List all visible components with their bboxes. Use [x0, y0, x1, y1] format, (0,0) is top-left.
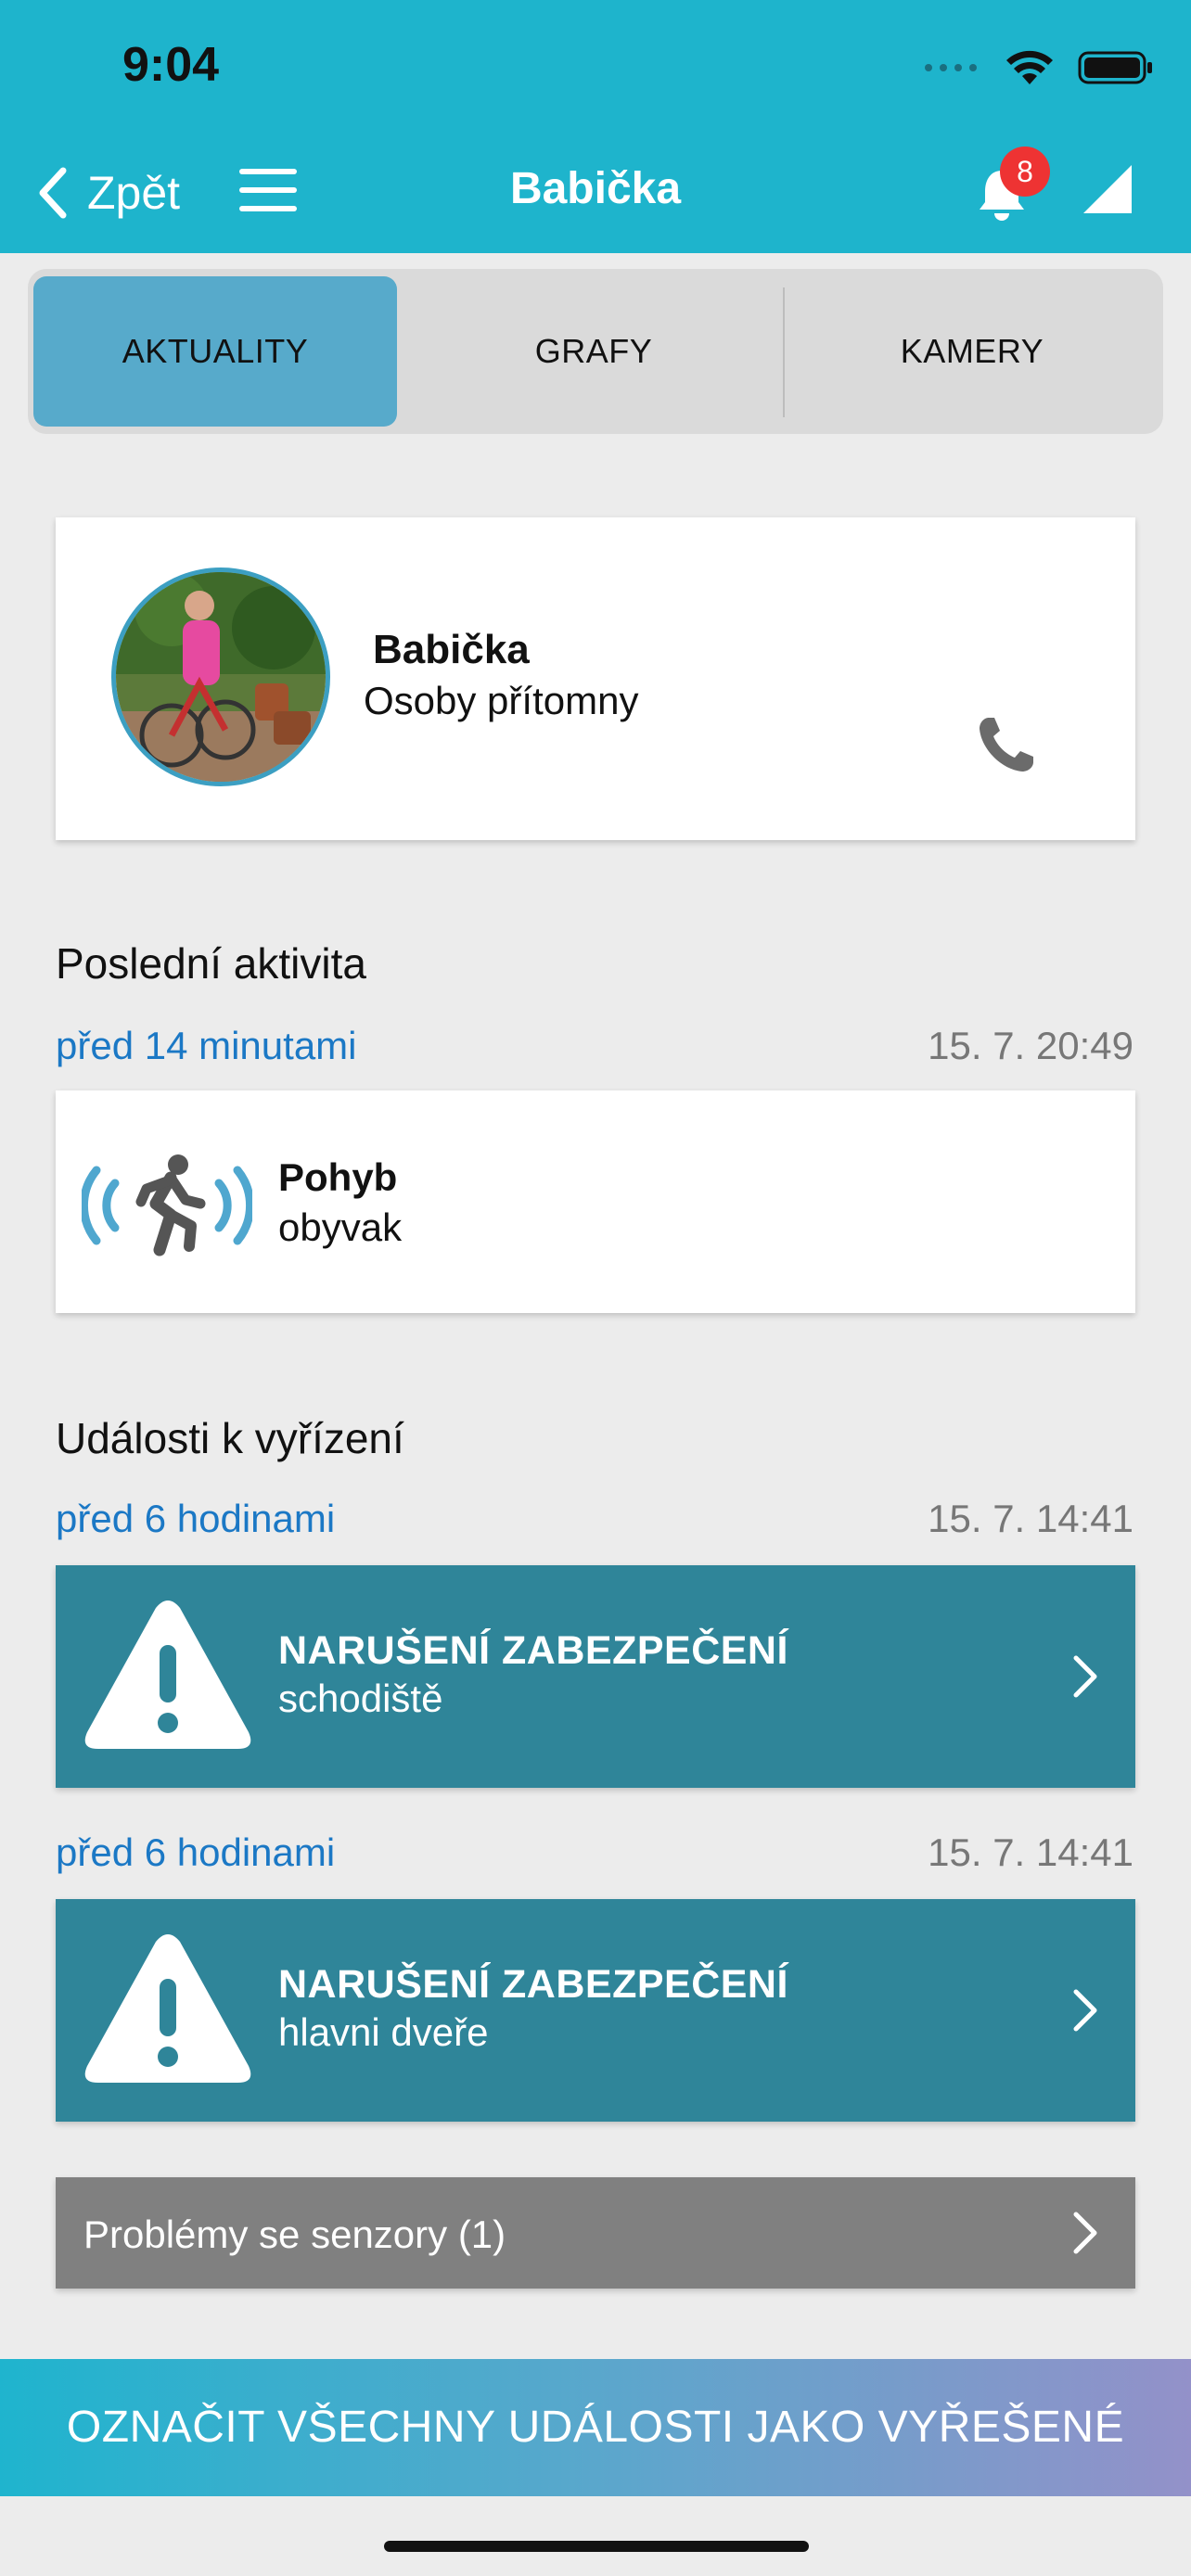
event-title: NARUŠENÍ ZABEZPEČENÍ — [278, 1962, 788, 2007]
activity-room: obyvak — [278, 1205, 403, 1249]
tab-grafy[interactable]: GRAFY — [408, 276, 779, 427]
battery-icon — [1078, 51, 1152, 84]
event-card[interactable]: NARUŠENÍ ZABEZPEČENÍ schodiště — [56, 1565, 1135, 1788]
resolve-all-button[interactable]: OZNAČIT VŠECHNY UDÁLOSTI JAKO VYŘEŠENÉ — [0, 2359, 1191, 2496]
tab-bar: AKTUALITY GRAFY KAMERY — [28, 269, 1163, 434]
cellular-signal-icon[interactable] — [1082, 163, 1133, 215]
tab-divider — [783, 287, 785, 417]
event-card[interactable]: NARUŠENÍ ZABEZPEČENÍ hlavni dveře — [56, 1899, 1135, 2122]
sensor-problems-button[interactable]: Problémy se senzory (1) — [56, 2177, 1135, 2289]
cellular-dots-icon — [925, 64, 977, 71]
motion-sensor-icon — [82, 1154, 252, 1256]
activity-type: Pohyb — [278, 1155, 398, 1199]
profile-status: Osoby přítomny — [364, 679, 639, 722]
chevron-right-icon — [1073, 1989, 1097, 2032]
warning-triangle-icon — [84, 1600, 251, 1749]
home-indicator[interactable] — [384, 2541, 809, 2552]
last-activity-heading: Poslední aktivita — [56, 939, 366, 988]
last-activity-relative-time: před 14 minutami — [56, 1024, 357, 1067]
event-relative-time: před 6 hodinami — [56, 1830, 336, 1874]
notification-badge: 8 — [1000, 147, 1050, 197]
phone-icon[interactable] — [976, 714, 1037, 775]
status-icons — [924, 45, 1154, 91]
wifi-icon — [1006, 50, 1053, 84]
status-time: 9:04 — [122, 38, 220, 92]
event-timestamp: 15. 7. 14:41 — [928, 1830, 1133, 1874]
event-relative-time: před 6 hodinami — [56, 1497, 336, 1540]
tab-kamery[interactable]: KAMERY — [787, 276, 1158, 427]
tab-aktuality[interactable]: AKTUALITY — [33, 276, 397, 427]
chevron-right-icon — [1073, 2212, 1097, 2254]
sensor-problems-label: Problémy se senzory (1) — [83, 2213, 506, 2256]
event-title: NARUŠENÍ ZABEZPEČENÍ — [278, 1628, 788, 1673]
pending-events-heading: Události k vyřízení — [56, 1414, 404, 1462]
event-location: hlavni dveře — [278, 2010, 489, 2054]
last-activity-timestamp: 15. 7. 20:49 — [928, 1024, 1133, 1067]
profile-name: Babička — [373, 627, 530, 672]
avatar — [111, 567, 330, 786]
avatar-photo — [116, 572, 326, 782]
chevron-right-icon — [1073, 1655, 1097, 1698]
event-timestamp: 15. 7. 14:41 — [928, 1497, 1133, 1540]
warning-triangle-icon — [84, 1934, 251, 2083]
event-location: schodiště — [278, 1677, 443, 1720]
